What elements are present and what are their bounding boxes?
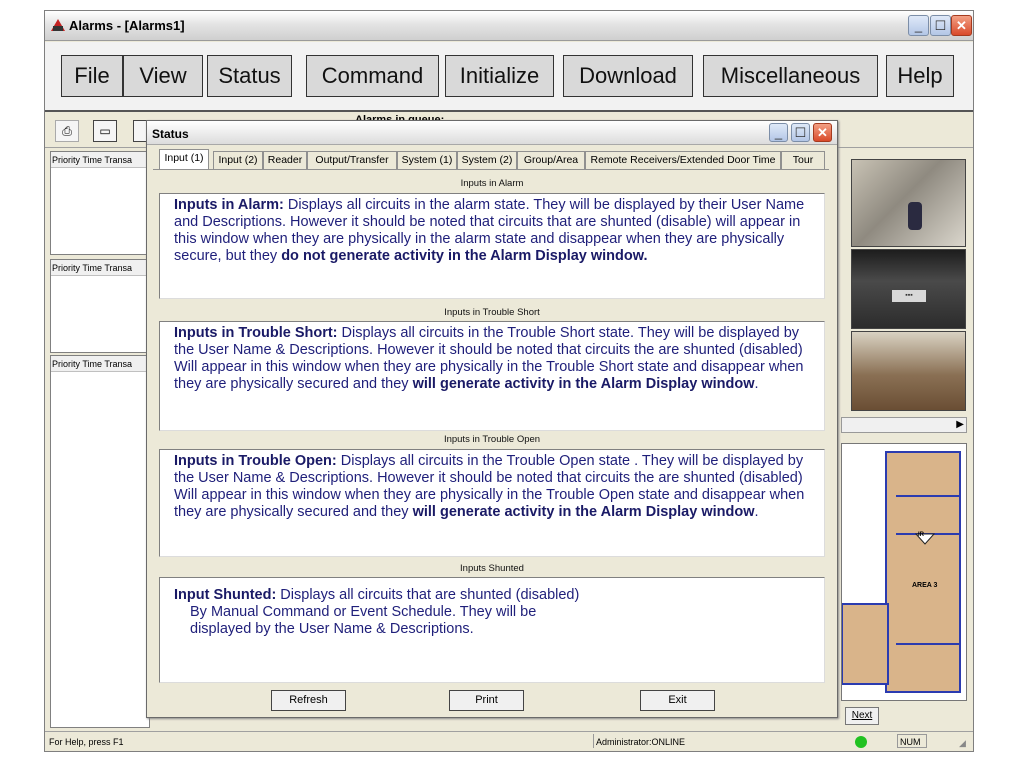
column-transaction[interactable]: Transa: [104, 263, 132, 273]
tab-system-1[interactable]: System (1): [397, 151, 457, 169]
person-figure: [908, 202, 922, 230]
menu-status[interactable]: Status: [207, 55, 292, 97]
shunted-line-2: By Manual Command or Event Schedule. The…: [190, 604, 537, 620]
tab-output-transfer[interactable]: Output/Transfer: [307, 151, 397, 169]
dialog-title: Status: [152, 127, 189, 141]
trouble-short-lead: Inputs in Trouble Short:: [174, 325, 338, 341]
column-time[interactable]: Time: [82, 263, 102, 273]
shunted-lead: Input Shunted:: [174, 587, 277, 603]
column-time[interactable]: Time: [82, 359, 102, 369]
dialog-close-button[interactable]: ✕: [813, 123, 832, 142]
ir-label: IR: [918, 532, 924, 538]
menu-download[interactable]: Download: [563, 55, 693, 97]
inputs-in-trouble-short-box[interactable]: Inputs in Trouble Short: Displays all ci…: [159, 321, 825, 431]
shunted-line-3: displayed by the User Name & Description…: [190, 621, 474, 637]
alarm-pane-3[interactable]: Priority Time Transa: [50, 355, 150, 728]
floor-plan-graphic: [842, 451, 961, 693]
tab-system-2[interactable]: System (2): [457, 151, 517, 169]
trouble-open-lead: Inputs in Trouble Open:: [174, 453, 337, 469]
minimize-button[interactable]: _: [908, 15, 929, 36]
area-label: AREA 3: [912, 582, 938, 589]
user-status: Administrator:ONLINE: [593, 734, 843, 748]
section-header-alarm: Inputs in Alarm: [460, 178, 524, 189]
menu-initialize[interactable]: Initialize: [445, 55, 554, 97]
menu-miscellaneous[interactable]: Miscellaneous: [703, 55, 878, 97]
menu-view[interactable]: View: [123, 55, 203, 97]
close-button[interactable]: ✕: [951, 15, 972, 36]
dialog-maximize-button[interactable]: ☐: [791, 123, 810, 142]
alarm-pane-1[interactable]: Priority Time Transa: [50, 151, 150, 255]
camera-view-3[interactable]: [851, 331, 966, 411]
menu-file[interactable]: File: [61, 55, 123, 97]
alarm-pane-header: Priority Time Transa: [51, 356, 149, 372]
trouble-open-tail: .: [754, 504, 759, 520]
menu-command[interactable]: Command: [306, 55, 439, 97]
inputs-in-alarm-box[interactable]: Inputs in Alarm: Displays all circuits i…: [159, 193, 825, 299]
tab-remote-receivers[interactable]: Remote Receivers/Extended Door Time: [585, 151, 781, 169]
help-hint: For Help, press F1: [49, 737, 124, 747]
alarm-pane-header: Priority Time Transa: [51, 260, 149, 276]
tab-input-2[interactable]: Input (2): [213, 151, 263, 169]
num-lock-indicator: NUM: [897, 734, 927, 748]
title-bar: Alarms - [Alarms1] _ ☐ ✕: [45, 11, 973, 41]
app-icon: [51, 19, 65, 31]
menu-help[interactable]: Help: [886, 55, 954, 97]
column-transaction[interactable]: Transa: [104, 155, 132, 165]
maximize-button[interactable]: ☐: [930, 15, 951, 36]
tab-tour[interactable]: Tour: [781, 151, 825, 169]
alarm-emphasis: do not generate activity in the Alarm Di…: [281, 248, 648, 264]
trouble-short-tail: .: [754, 376, 759, 392]
alarm-pane-header: Priority Time Transa: [51, 152, 149, 168]
shunted-text: Displays all circuits that are shunted (…: [276, 587, 580, 603]
section-header-shunted: Inputs Shunted: [460, 563, 524, 574]
camera-view-1[interactable]: [851, 159, 966, 247]
section-header-trouble-short: Inputs in Trouble Short: [444, 307, 540, 318]
inputs-in-trouble-open-box[interactable]: Inputs in Trouble Open: Displays all cir…: [159, 449, 825, 557]
section-header-trouble-open: Inputs in Trouble Open: [443, 434, 541, 445]
window-title: Alarms - [Alarms1]: [69, 18, 185, 33]
column-priority[interactable]: Priority: [52, 263, 80, 273]
column-priority[interactable]: Priority: [52, 359, 80, 369]
status-dialog: Status _ ☐ ✕ Input (1) Input (2) Reader …: [146, 120, 838, 718]
menu-bar: File View Status Command Initialize Down…: [45, 42, 973, 112]
next-button[interactable]: Next: [845, 707, 879, 725]
dialog-minimize-button[interactable]: _: [769, 123, 788, 142]
trouble-open-emphasis: will generate activity in the Alarm Disp…: [412, 504, 755, 520]
inputs-shunted-box[interactable]: Input Shunted: Displays all circuits tha…: [159, 577, 825, 683]
dialog-title-bar: Status _ ☐ ✕: [147, 121, 837, 145]
camera-scrollbar[interactable]: ▶: [841, 417, 967, 433]
alarm-pane-2[interactable]: Priority Time Transa: [50, 259, 150, 353]
tab-input-1[interactable]: Input (1): [159, 149, 209, 170]
tab-divider: [153, 169, 829, 170]
scroll-right-icon[interactable]: ▶: [956, 419, 964, 430]
panel-toolbar-icon[interactable]: ▭: [93, 120, 117, 142]
print-button[interactable]: Print: [449, 690, 524, 711]
tab-group-area[interactable]: Group/Area: [517, 151, 585, 169]
trouble-short-emphasis: will generate activity in the Alarm Disp…: [412, 376, 755, 392]
online-indicator-icon: [855, 736, 867, 748]
tab-reader[interactable]: Reader: [263, 151, 307, 169]
column-transaction[interactable]: Transa: [104, 359, 132, 369]
floor-map[interactable]: IR AREA 3: [841, 443, 967, 701]
refresh-button[interactable]: Refresh: [271, 690, 346, 711]
column-priority[interactable]: Priority: [52, 155, 80, 165]
column-time[interactable]: Time: [82, 155, 102, 165]
print-toolbar-icon[interactable]: ⎙: [55, 120, 79, 142]
license-plate: ▪▪▪: [892, 290, 926, 302]
status-bar: For Help, press F1 Administrator:ONLINE …: [45, 731, 973, 751]
alarm-lead: Inputs in Alarm:: [174, 197, 284, 213]
exit-button[interactable]: Exit: [640, 690, 715, 711]
camera-view-2[interactable]: ▪▪▪: [851, 249, 966, 329]
resize-grip-icon[interactable]: ◢: [959, 738, 966, 749]
